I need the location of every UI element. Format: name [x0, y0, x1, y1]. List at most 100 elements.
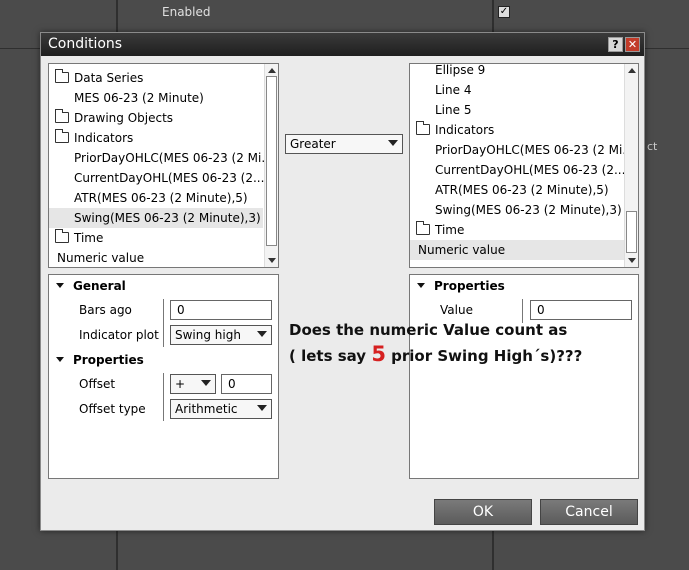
operator-select[interactable]: Greater [285, 134, 403, 154]
right-list-item-label: Numeric value [418, 243, 506, 257]
left-list-item[interactable]: ATR(MES 06-23 (2 Minute),5) [49, 188, 263, 208]
dialog-titlebar: Conditions ? ✕ [41, 33, 644, 56]
right-list-item[interactable]: Numeric value [410, 240, 624, 260]
indicator-plot-select[interactable]: Swing high [170, 325, 272, 345]
indicator-plot-value: Swing high [175, 328, 241, 342]
right-list-scrollbar[interactable] [624, 64, 638, 267]
left-list-item[interactable]: Indicators [49, 128, 263, 148]
ok-button[interactable]: OK [434, 499, 532, 525]
bg-enabled-checkbox[interactable]: ✓ [498, 6, 510, 18]
collapse-icon [56, 283, 64, 288]
right-list-item[interactable]: PriorDayOHLC(MES 06-23 (2 Mi... [410, 140, 634, 160]
left-list-item-label: MES 06-23 (2 Minute) [74, 91, 204, 105]
right-list-item-label: Indicators [435, 123, 495, 137]
left-list-scrollbar[interactable] [264, 64, 278, 267]
left-list-item-label: Numeric value [57, 251, 145, 265]
right-list-item[interactable]: Time [410, 220, 624, 240]
offset-type-label: Offset type [79, 402, 146, 416]
right-properties-panel: Properties Value 0 [409, 274, 639, 479]
left-list-item[interactable]: Drawing Objects [49, 108, 263, 128]
offset-type-value: Arithmetic [175, 402, 238, 416]
left-list-item[interactable]: MES 06-23 (2 Minute) [49, 88, 263, 108]
scroll-thumb[interactable] [626, 211, 637, 253]
right-list-item-label: CurrentDayOHL(MES 06-23 (2... [435, 163, 626, 177]
scroll-down-icon[interactable] [628, 258, 636, 263]
right-list-item[interactable]: ATR(MES 06-23 (2 Minute),5) [410, 180, 624, 200]
left-list-item-label: Data Series [74, 71, 144, 85]
left-list-item[interactable]: Numeric value [49, 248, 263, 267]
left-list-item[interactable]: Swing(MES 06-23 (2 Minute),3) [49, 208, 263, 228]
left-list-item-label: Time [74, 231, 104, 245]
left-list-item-label: CurrentDayOHL(MES 06-23 (2... [74, 171, 265, 185]
offset-label: Offset [79, 377, 116, 391]
cancel-button[interactable]: Cancel [540, 499, 638, 525]
annotation-line-2: ( lets say 5 prior Swing High´s)??? [289, 342, 582, 368]
left-list-item-label: ATR(MES 06-23 (2 Minute),5) [74, 191, 248, 205]
right-list-item-label: Ellipse 9 [435, 63, 486, 77]
right-list-item-label: PriorDayOHLC(MES 06-23 (2 Mi... [435, 143, 634, 157]
annotation-text: prior Swing High´s)??? [385, 347, 583, 365]
bg-partial-text: ct [647, 140, 658, 153]
right-list-item-label: Line 4 [435, 83, 472, 97]
right-list-item-label: Line 5 [435, 103, 472, 117]
chevron-down-icon [388, 140, 398, 146]
left-list-item[interactable]: PriorDayOHLC(MES 06-23 (2 Mi... [49, 148, 273, 168]
bg-enabled-label: Enabled [162, 5, 211, 19]
dialog-title: Conditions [48, 36, 123, 52]
conditions-dialog: Conditions ? ✕ Data Series MES 06-23 (2 M… [40, 32, 645, 531]
properties-section-header[interactable]: Properties [56, 353, 144, 367]
left-list-item-label: PriorDayOHLC(MES 06-23 (2 Mi... [74, 151, 273, 165]
right-list-item[interactable]: Ellipse 9 [410, 63, 624, 80]
help-icon[interactable]: ? [608, 37, 623, 52]
folder-icon [55, 229, 69, 243]
folder-icon [416, 121, 430, 135]
right-list-item[interactable]: Line 5 [410, 100, 624, 120]
chevron-down-icon [201, 380, 211, 386]
close-icon[interactable]: ✕ [625, 37, 640, 52]
right-list-item[interactable]: Swing(MES 06-23 (2 Minute),3) [410, 200, 624, 220]
folder-icon [55, 129, 69, 143]
right-list-item-label: Time [435, 223, 465, 237]
collapse-icon [56, 357, 64, 362]
annotation-line-1: Does the numeric Value count as [289, 321, 568, 339]
properties-section-header[interactable]: Properties [417, 279, 505, 293]
offset-input[interactable]: 0 [221, 374, 272, 394]
prop-divider [163, 373, 164, 421]
scroll-thumb[interactable] [266, 76, 277, 246]
folder-icon [55, 109, 69, 123]
properties-header-label: Properties [73, 353, 144, 367]
left-list-item[interactable]: Data Series [49, 68, 263, 88]
left-list-item-label: Drawing Objects [74, 111, 174, 125]
prop-divider [163, 299, 164, 347]
left-list-item-label: Swing(MES 06-23 (2 Minute),3) [74, 211, 261, 225]
left-list-item-label: Indicators [74, 131, 134, 145]
chevron-down-icon [257, 405, 267, 411]
folder-icon [416, 221, 430, 235]
value-input[interactable]: 0 [530, 300, 632, 320]
offset-type-select[interactable]: Arithmetic [170, 399, 272, 419]
right-list-item[interactable]: Indicators [410, 120, 624, 140]
scroll-down-icon[interactable] [268, 258, 276, 263]
general-section-header[interactable]: General [56, 279, 126, 293]
properties-header-label: Properties [434, 279, 505, 293]
offset-sign-value: + [175, 377, 186, 391]
value-label: Value [440, 303, 473, 317]
folder-icon [55, 69, 69, 83]
right-list-item-label: Swing(MES 06-23 (2 Minute),3) [435, 203, 622, 217]
scroll-up-icon[interactable] [628, 68, 636, 73]
general-header-label: General [73, 279, 126, 293]
offset-sign-select[interactable]: + [170, 374, 216, 394]
right-list-item[interactable]: Line 4 [410, 80, 624, 100]
left-list-item[interactable]: Time [49, 228, 263, 248]
left-list-item[interactable]: CurrentDayOHL(MES 06-23 (2... [49, 168, 265, 188]
chevron-down-icon [257, 331, 267, 337]
operator-value: Greater [290, 137, 336, 151]
indicator-plot-label: Indicator plot [79, 328, 159, 342]
right-operand-list: Ellipse 9 Line 4 Line 5 Indicators PriorDayO… [409, 63, 639, 268]
right-list-item[interactable]: CurrentDayOHL(MES 06-23 (2... [410, 160, 626, 180]
bars-ago-label: Bars ago [79, 303, 132, 317]
scroll-up-icon[interactable] [268, 68, 276, 73]
annotation-text: ( lets say [289, 347, 372, 365]
bars-ago-input[interactable]: 0 [170, 300, 272, 320]
user-annotation: Does the numeric Value count as ( lets s… [289, 318, 582, 368]
